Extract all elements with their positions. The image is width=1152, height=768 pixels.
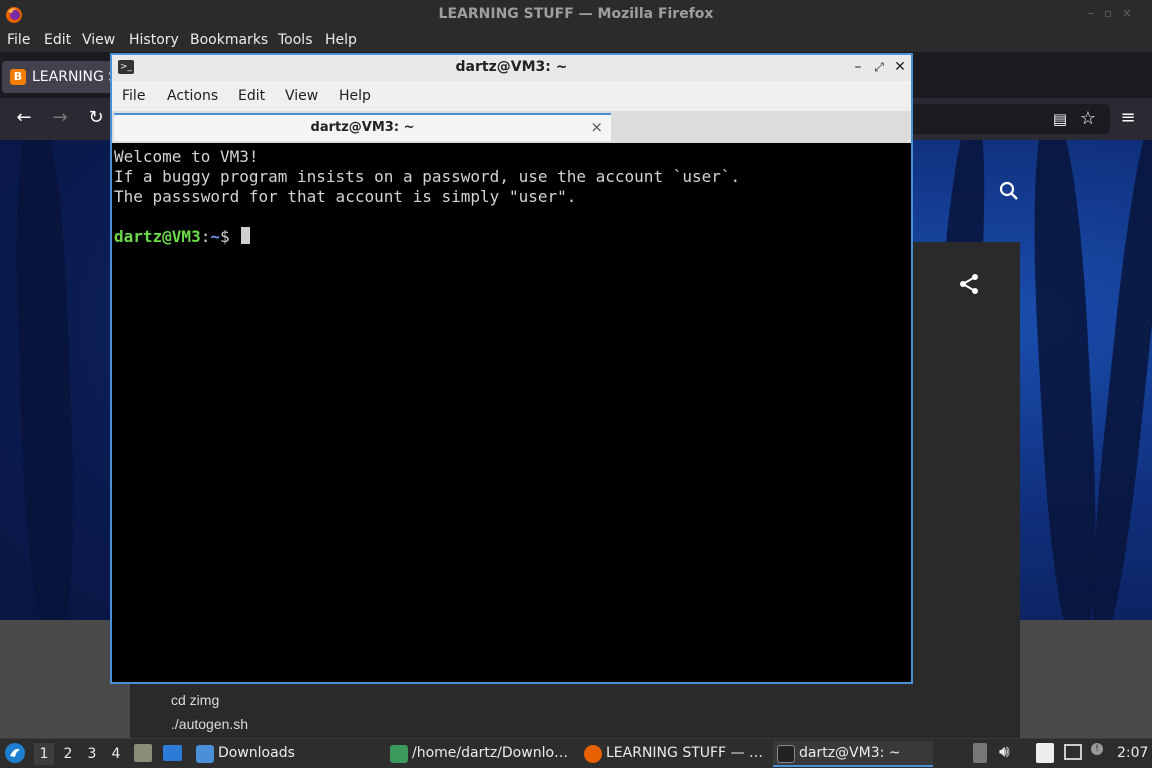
code-block: cd zimg ./autogen.sh — [130, 680, 1020, 738]
ff-menu-file[interactable]: File — [7, 32, 30, 48]
terminal-window-title: dartz@VM3: ~ — [455, 59, 568, 75]
minimize-icon[interactable]: – — [850, 58, 866, 76]
term-menu-view[interactable]: View — [285, 88, 318, 104]
task-downloads[interactable]: Downloads — [192, 741, 372, 767]
workspace-2[interactable]: 2 — [58, 743, 78, 765]
text-cursor — [241, 227, 251, 244]
term-menu-help[interactable]: Help — [339, 88, 371, 104]
task-label: /home/dartz/Downlo… — [412, 745, 569, 761]
terminal-titlebar[interactable]: >_ dartz@VM3: ~ – ⤢ ✕ — [112, 55, 911, 81]
firefox-window-controls[interactable]: –▫× — [1088, 6, 1142, 20]
terminal-tab[interactable]: dartz@VM3: ~ × — [114, 113, 611, 141]
ff-menu-tools[interactable]: Tools — [278, 32, 313, 48]
terminal-tab-label: dartz@VM3: ~ — [310, 120, 415, 135]
task-image-viewer[interactable]: /home/dartz/Downlo… — [386, 741, 576, 767]
maximize-icon[interactable]: ⤢ — [871, 58, 887, 76]
tree-trunk — [10, 140, 80, 641]
terminal-icon — [777, 745, 795, 763]
term-menu-file[interactable]: File — [122, 88, 145, 104]
firefox-menubar: File Edit View History Bookmarks Tools H… — [0, 30, 1152, 52]
notification-icon[interactable]: ! — [1091, 743, 1103, 755]
terminal-window[interactable]: >_ dartz@VM3: ~ – ⤢ ✕ File Actions Edit … — [110, 53, 913, 684]
start-menu-icon[interactable] — [4, 742, 26, 764]
ff-menu-edit[interactable]: Edit — [44, 32, 71, 48]
workspace-4[interactable]: 4 — [106, 743, 126, 765]
terminal-line: If a buggy program insists on a password… — [114, 167, 741, 186]
terminal-line: Welcome to VM3! — [114, 147, 259, 166]
ff-menu-bookmarks[interactable]: Bookmarks — [190, 32, 268, 48]
forward-arrow-icon[interactable]: → — [50, 108, 70, 128]
clipboard-icon[interactable] — [973, 743, 987, 763]
network-icon[interactable] — [1064, 744, 1082, 760]
firefox-window-title: LEARNING STUFF — Mozilla Firefox — [438, 6, 714, 22]
term-menu-edit[interactable]: Edit — [238, 88, 265, 104]
reload-icon[interactable]: ↻ — [86, 108, 106, 128]
prompt-user: dartz@VM3 — [114, 227, 201, 246]
share-icon[interactable] — [957, 272, 981, 296]
desktop-launcher-icon[interactable] — [163, 745, 182, 761]
search-icon[interactable] — [998, 180, 1020, 202]
term-menu-actions[interactable]: Actions — [167, 88, 218, 104]
tab-close-icon[interactable]: × — [590, 118, 603, 136]
task-firefox[interactable]: LEARNING STUFF — … — [580, 741, 770, 767]
terminal-menubar: File Actions Edit View Help — [112, 81, 911, 111]
task-label: Downloads — [218, 745, 295, 761]
volume-icon[interactable]: 🔊︎ — [999, 742, 1010, 762]
code-line: cd zimg — [171, 692, 220, 708]
prompt-path: ~ — [210, 227, 220, 246]
task-label: dartz@VM3: ~ — [799, 745, 901, 761]
folder-icon — [196, 745, 214, 763]
close-icon[interactable]: ✕ — [892, 58, 908, 76]
image-viewer-icon — [390, 745, 408, 763]
task-label: LEARNING STUFF — … — [606, 745, 764, 761]
firefox-tab-label: LEARNING S — [32, 69, 118, 85]
bookmark-star-icon[interactable]: ☆ — [1078, 109, 1098, 129]
terminal-output[interactable]: Welcome to VM3! If a buggy program insist… — [114, 147, 909, 682]
firefox-icon — [584, 745, 602, 763]
hamburger-menu-icon[interactable]: ≡ — [1118, 108, 1138, 128]
ff-menu-view[interactable]: View — [82, 32, 115, 48]
terminal-tabbar: dartz@VM3: ~ × — [112, 111, 911, 143]
ff-menu-history[interactable]: History — [129, 32, 179, 48]
firefox-titlebar: LEARNING STUFF — Mozilla Firefox –▫× — [0, 0, 1152, 30]
reader-view-icon[interactable]: ▤ — [1050, 109, 1070, 129]
tree-trunk — [1082, 140, 1152, 641]
clock[interactable]: 2:07 — [1117, 745, 1148, 761]
terminal-prompt-line: dartz@VM3:~$ — [114, 227, 909, 247]
code-line: ./autogen.sh — [171, 716, 249, 732]
taskbar: 1 2 3 4 Downloads /home/dartz/Downlo… LE… — [0, 738, 1152, 768]
prompt-symbol: $ — [219, 227, 240, 246]
task-terminal[interactable]: dartz@VM3: ~ — [773, 741, 933, 767]
workspace-1[interactable]: 1 — [34, 743, 54, 765]
workspace-3[interactable]: 3 — [82, 743, 102, 765]
blogger-favicon-icon: B — [10, 69, 26, 85]
file-manager-launcher-icon[interactable] — [134, 744, 152, 762]
back-arrow-icon[interactable]: ← — [14, 108, 34, 128]
tree-trunk — [1026, 140, 1104, 641]
url-bar[interactable]: ▤ ☆ — [900, 104, 1110, 134]
notes-icon[interactable] — [1036, 743, 1054, 763]
prompt-separator: : — [200, 227, 211, 246]
ff-menu-help[interactable]: Help — [325, 32, 357, 48]
terminal-line: The passsword for that account is simply… — [114, 187, 577, 206]
